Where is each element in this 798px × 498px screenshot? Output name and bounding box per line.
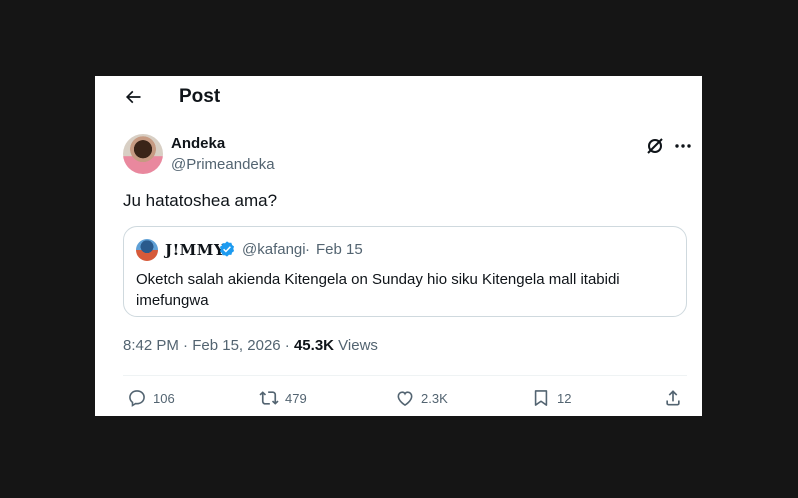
more-horizontal-icon: [675, 144, 691, 148]
post-card: Post Andeka @Primeandeka Ju hatatoshea a…: [95, 76, 702, 416]
author-name[interactable]: Andeka: [171, 135, 225, 152]
post-header: Post: [95, 76, 702, 118]
reply-icon: [129, 390, 145, 407]
views-label: Views: [334, 337, 378, 354]
post-time[interactable]: 8:42 PM: [123, 337, 179, 354]
author-row: Andeka @Primeandeka: [123, 134, 691, 178]
share-icon: [666, 390, 680, 406]
quoted-avatar: [136, 239, 158, 261]
like-button[interactable]: 2.3K: [395, 386, 448, 410]
bookmark-button[interactable]: 12: [531, 386, 571, 410]
meta-separator: ·: [280, 337, 294, 354]
like-count: 2.3K: [421, 390, 448, 406]
arrow-left-icon: [125, 90, 141, 104]
page-title: Post: [179, 86, 221, 107]
back-button[interactable]: [122, 86, 144, 108]
quoted-author-name: J!MMY: [165, 241, 226, 259]
heart-icon: [397, 391, 413, 407]
quoted-date: Feb 15: [316, 241, 363, 258]
grok-button[interactable]: [645, 136, 665, 156]
repost-count: 479: [285, 390, 307, 406]
quoted-text: Oketch salah akienda Kitengela on Sunday…: [136, 271, 620, 309]
tweet-text: Ju hatatoshea ama?: [123, 191, 278, 210]
meta-separator: ·: [178, 337, 193, 354]
separator-dot: ·: [305, 241, 310, 258]
action-bar: 106 479 2.3K 12: [123, 386, 687, 410]
quoted-tweet[interactable]: J!MMY @kafangi · Feb 15 Oketch salah aki…: [123, 226, 687, 317]
reply-count: 106: [153, 390, 175, 406]
views-count: 45.3K: [293, 337, 334, 354]
post-meta: 8:42 PM · Feb 15, 2026 · 45.3K Views: [123, 337, 378, 354]
more-options-button[interactable]: [671, 136, 695, 156]
bookmark-count: 12: [557, 390, 572, 406]
grok-icon: [647, 138, 663, 154]
verified-badge-icon: [219, 241, 235, 257]
share-button[interactable]: [663, 386, 689, 410]
author-handle[interactable]: @Primeandeka: [171, 156, 275, 173]
repost-icon: [259, 391, 279, 405]
avatar[interactable]: [123, 134, 163, 174]
reply-button[interactable]: 106: [127, 386, 175, 410]
bookmark-icon: [534, 390, 548, 406]
quoted-author-handle: @kafangi: [242, 241, 306, 258]
post-date[interactable]: Feb 15, 2026: [192, 337, 280, 354]
repost-button[interactable]: 479: [259, 386, 307, 410]
divider: [123, 375, 687, 376]
